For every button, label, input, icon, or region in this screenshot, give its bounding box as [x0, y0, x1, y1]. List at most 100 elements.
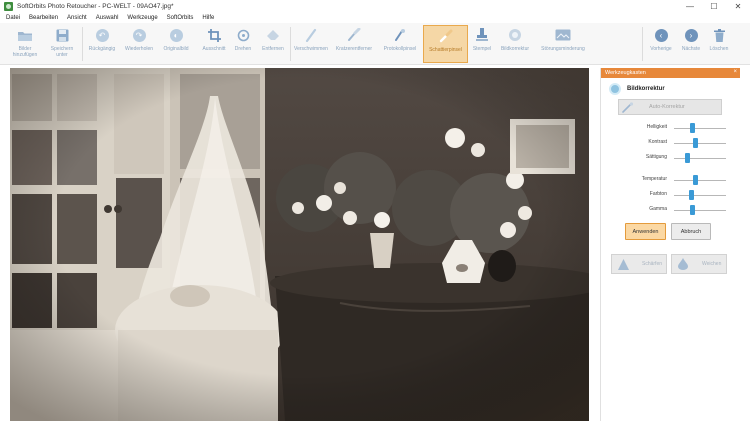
arrow-left-icon: ‹	[653, 27, 669, 43]
sharpen-button[interactable]: Schärfen	[611, 254, 667, 274]
smart-brush-label: Protokollpinsel	[383, 46, 417, 52]
slider-track	[674, 195, 726, 196]
noise-reduction-icon	[555, 27, 571, 43]
menu-softorbits[interactable]: SoftOrbits	[167, 15, 194, 21]
slider-track	[674, 210, 726, 211]
panel-header: Bildkorrektur	[601, 78, 740, 95]
crop-icon	[206, 27, 222, 43]
panel-heading: Bildkorrektur	[627, 86, 665, 92]
slider-hue[interactable]: Farbton	[601, 190, 741, 200]
remove-label: Entfernen	[262, 46, 284, 52]
menu-file[interactable]: Datei	[6, 15, 20, 21]
redo-button[interactable]: ↷ Wiederholen	[121, 25, 157, 63]
save-as-label: Speichern unter	[50, 46, 74, 58]
slider-contrast[interactable]: Kontrast	[601, 138, 741, 148]
panel-close-button[interactable]: ×	[733, 69, 737, 75]
crop-button[interactable]: Ausschnitt	[197, 25, 231, 63]
undo-icon: ↶	[94, 27, 110, 43]
toolbar-separator	[82, 27, 83, 61]
toolbox-panel: Werkzeugkasten × Bildkorrektur Auto-Korr…	[600, 68, 740, 421]
slider-thumb[interactable]	[689, 123, 695, 133]
apply-button[interactable]: Anwenden	[625, 223, 666, 240]
maximize-button[interactable]: ☐	[702, 0, 726, 13]
add-images-button[interactable]: Bilder hinzufügen	[10, 25, 40, 63]
toolbar: Bilder hinzufügen Speichern unter ↶ Rück…	[0, 23, 750, 65]
triangle-icon	[616, 257, 630, 271]
slider-label: Sättigung	[645, 154, 667, 160]
slider-track	[674, 158, 726, 159]
smart-brush-button[interactable]: Protokollpinsel	[378, 25, 422, 63]
remove-button[interactable]: Entfernen	[257, 25, 289, 63]
retouch-brush-icon	[438, 28, 454, 44]
blur-label: Verschwimmen	[294, 46, 328, 52]
soften-button[interactable]: Weichen	[671, 254, 727, 274]
title-bar: SoftOrbits Photo Retoucher - PC-WELT - 0…	[0, 0, 750, 13]
image-canvas[interactable]	[10, 68, 589, 421]
eraser-icon	[265, 27, 281, 43]
menu-view[interactable]: Ansicht	[67, 15, 87, 21]
menu-help[interactable]: Hilfe	[202, 15, 214, 21]
original-image-button[interactable]: ◐ Originalbild	[158, 25, 194, 63]
menu-selection[interactable]: Auswahl	[96, 15, 119, 21]
window-controls: — ☐ ✕	[678, 0, 750, 13]
slider-track	[674, 128, 726, 129]
slider-gamma[interactable]: Gamma	[601, 205, 741, 215]
previous-label: Vorherige	[650, 46, 672, 52]
menu-edit[interactable]: Bearbeiten	[29, 15, 58, 21]
blur-icon	[303, 27, 319, 43]
auto-correction-button[interactable]: Auto-Korrektur	[618, 99, 722, 115]
slider-temperature[interactable]: Temperatur	[601, 175, 741, 185]
toolbar-separator	[290, 27, 291, 61]
rotate-icon	[235, 27, 251, 43]
noise-reduction-button[interactable]: Störungsminderung	[535, 25, 591, 63]
scratch-remover-label: Kratzerentferner	[335, 46, 373, 52]
auto-correction-label: Auto-Korrektur	[649, 104, 685, 110]
slider-thumb[interactable]	[684, 153, 690, 163]
slider-thumb[interactable]	[689, 205, 695, 215]
slider-label: Farbton	[649, 191, 667, 197]
undo-label: Rückgängig	[88, 46, 116, 52]
trash-icon	[711, 27, 727, 43]
image-correction-icon	[609, 83, 621, 95]
slider-track	[674, 143, 726, 144]
noise-reduction-label: Störungsminderung	[541, 46, 585, 52]
stamp-button[interactable]: Stempel	[469, 25, 495, 63]
slider-thumb[interactable]	[693, 175, 699, 185]
retouch-brush-button[interactable]: Schattierpinsel	[423, 25, 468, 63]
stamp-label: Stempel	[472, 46, 492, 52]
minimize-button[interactable]: —	[678, 0, 702, 13]
next-button[interactable]: › Nächste	[677, 25, 705, 63]
menu-tools[interactable]: Werkzeuge	[127, 15, 157, 21]
arrow-right-icon: ›	[683, 27, 699, 43]
slider-brightness[interactable]: Helligkeit	[601, 123, 741, 133]
blur-button[interactable]: Verschwimmen	[292, 25, 330, 63]
sharpen-label: Schärfen	[642, 261, 663, 267]
delete-button[interactable]: Löschen	[705, 25, 733, 63]
undo-button[interactable]: ↶ Rückgängig	[84, 25, 120, 63]
next-label: Nächste	[681, 46, 701, 52]
add-images-label: Bilder hinzufügen	[12, 46, 38, 58]
slider-saturation[interactable]: Sättigung	[601, 153, 741, 163]
save-icon	[54, 27, 70, 43]
cancel-button[interactable]: Abbruch	[671, 223, 711, 240]
image-correction-button[interactable]: Bildkorrektur	[496, 25, 534, 63]
close-button[interactable]: ✕	[726, 0, 750, 13]
slider-label: Gamma	[649, 206, 667, 212]
scratch-remover-button[interactable]: Kratzerentferner	[331, 25, 377, 63]
retouch-brush-label: Schattierpinsel	[429, 47, 462, 53]
rotate-button[interactable]: Drehen	[230, 25, 256, 63]
window-title: SoftOrbits Photo Retoucher - PC-WELT - 0…	[17, 3, 174, 10]
previous-button[interactable]: ‹ Vorherige	[645, 25, 677, 63]
panel-title-bar: Werkzeugkasten ×	[601, 68, 740, 78]
toolbar-separator	[642, 27, 643, 61]
panel-title: Werkzeugkasten	[605, 70, 646, 76]
soften-label: Weichen	[702, 261, 722, 267]
folder-icon	[17, 27, 33, 43]
original-image-label: Originalbild	[163, 46, 189, 52]
slider-track	[674, 180, 726, 181]
slider-thumb[interactable]	[688, 190, 694, 200]
slider-thumb[interactable]	[693, 138, 699, 148]
save-as-button[interactable]: Speichern unter	[46, 25, 78, 63]
menu-bar: Datei Bearbeiten Ansicht Auswahl Werkzeu…	[0, 13, 750, 23]
app-icon	[4, 2, 13, 11]
